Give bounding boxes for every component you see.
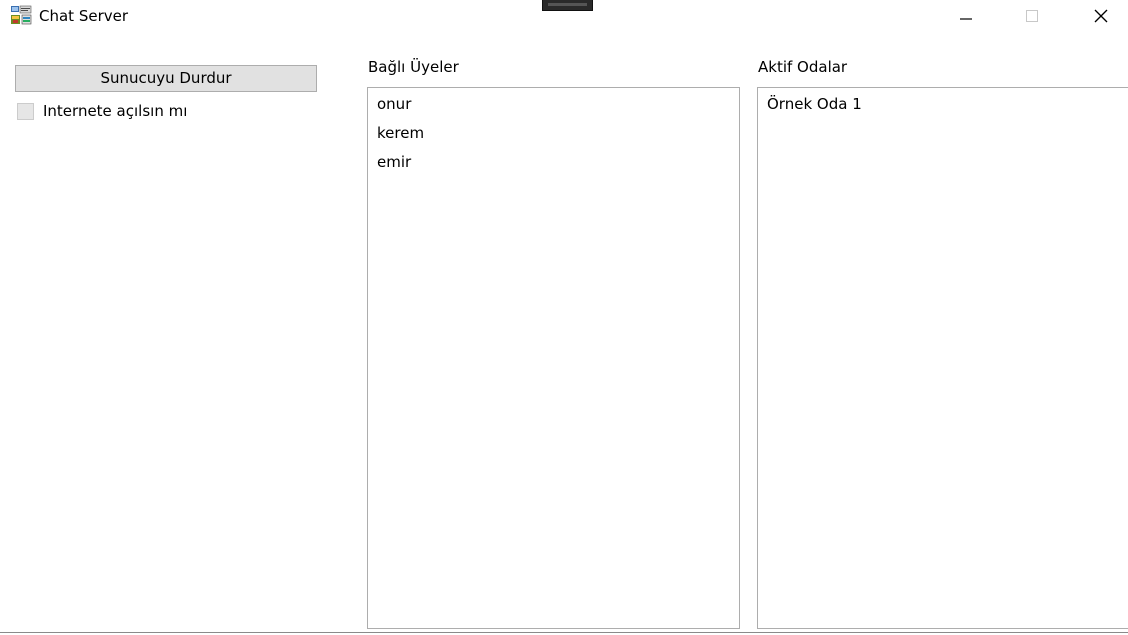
chat-server-app-icon [11,5,32,25]
list-item[interactable]: onur [377,94,411,114]
drag-handle-tab[interactable] [542,0,593,11]
stop-server-button[interactable]: Sunucuyu Durdur [15,65,317,92]
chat-server-window: Chat Server Sunucuyu Durdur Internete aç… [0,0,1128,635]
window-title: Chat Server [39,7,129,25]
internet-checkbox-row[interactable]: Internete açılsın mı [17,101,187,121]
window-bottom-border [0,632,1128,633]
list-item[interactable]: kerem [377,123,424,143]
close-button[interactable] [1078,0,1124,32]
active-rooms-label: Aktif Odalar [758,58,848,76]
internet-checkbox[interactable] [17,102,34,120]
minimize-button[interactable] [943,0,989,32]
connected-members-list[interactable]: onur kerem emir [367,87,740,629]
maximize-icon [1026,10,1038,22]
internet-checkbox-label[interactable]: Internete açılsın mı [43,101,187,121]
list-item[interactable]: Örnek Oda 1 [767,94,862,114]
active-rooms-list[interactable]: Örnek Oda 1 [757,87,1128,629]
connected-members-label: Bağlı Üyeler [368,58,459,76]
close-icon [1094,9,1108,23]
minimize-icon [960,18,972,20]
title-bar[interactable]: Chat Server [0,0,1128,32]
maximize-button[interactable] [1009,0,1055,32]
list-item[interactable]: emir [377,152,411,172]
